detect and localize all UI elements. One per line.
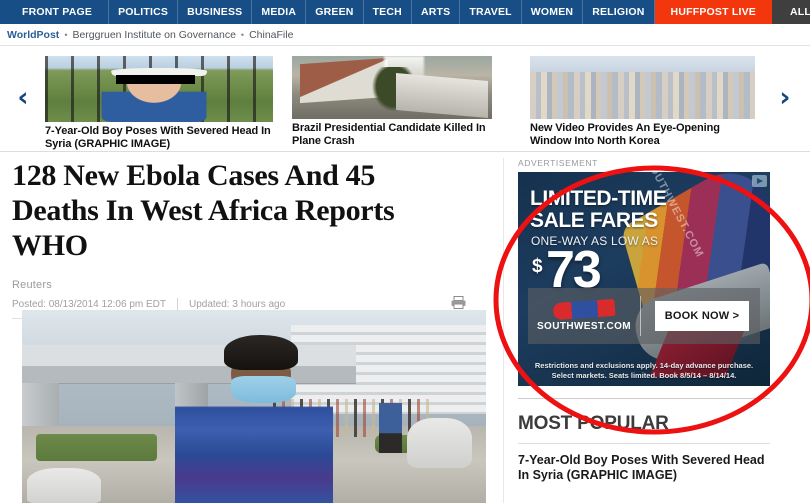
carousel-slide[interactable]: 7-Year-Old Boy Poses With Severed Head I…	[45, 56, 273, 150]
rail-divider	[503, 158, 504, 503]
subnav-brand-worldpost[interactable]: WorldPost	[7, 29, 59, 41]
article-source[interactable]: Reuters	[12, 279, 498, 291]
nav-label: FRONT PAGE	[22, 6, 93, 18]
article-posted-time: Posted: 08/13/2014 12:06 pm EDT	[12, 299, 166, 310]
nav-item-tech[interactable]: TECH	[364, 0, 412, 24]
book-now-button[interactable]: BOOK NOW >	[655, 301, 749, 331]
carousel-thumbnail-image[interactable]	[45, 56, 273, 122]
most-popular-divider	[518, 443, 770, 444]
printer-icon[interactable]	[451, 296, 466, 309]
most-popular-list-item[interactable]: 7-Year-Old Boy Poses With Severed Head I…	[518, 453, 776, 483]
page-title: 128 New Ebola Cases And 45 Deaths In Wes…	[12, 159, 395, 262]
ad-headline-line1: LIMITED-TIME	[530, 187, 667, 210]
nav-label: ARTS	[420, 6, 451, 18]
ad-brand-logo: SOUTHWEST.COM	[528, 298, 640, 332]
featured-carousel: ‹ › 7-Year-Old Boy Poses With Severed He…	[0, 47, 810, 152]
nav-item-media[interactable]: MEDIA	[252, 0, 307, 24]
nav-label: WOMEN	[530, 6, 574, 18]
adchoices-icon[interactable]	[752, 175, 767, 187]
right-rail: ADVERTISEMENT SOUTHWEST.COM LIMITED-TIME…	[508, 158, 798, 482]
nav-item-business[interactable]: BUSINESS	[178, 0, 253, 24]
nav-item-religion[interactable]: RELIGION	[583, 0, 655, 24]
carousel-slide[interactable]: Brazil Presidential Candidate Killed In …	[292, 56, 492, 147]
advertisement-label: ADVERTISEMENT	[518, 158, 598, 168]
ad-vertical-divider	[640, 296, 641, 336]
nav-label: GREEN	[315, 6, 354, 18]
carousel-prev-arrow-icon[interactable]: ‹	[10, 83, 36, 113]
advertisement-banner[interactable]: SOUTHWEST.COM LIMITED-TIME SALE FARES ON…	[518, 172, 770, 386]
most-popular-heading: MOST POPULAR	[518, 413, 669, 434]
nav-label: HUFFPOST LIVE	[670, 6, 756, 18]
nav-item-front-page[interactable]: FRONT PAGE	[0, 0, 110, 24]
ad-fine-print: Restrictions and exclusions apply. 14-da…	[534, 361, 754, 380]
nav-label: MEDIA	[261, 6, 297, 18]
article-header: 128 New Ebola Cases And 45 Deaths In Wes…	[12, 158, 498, 319]
carousel-slide-title[interactable]: Brazil Presidential Candidate Killed In …	[292, 122, 492, 147]
nav-label: BUSINESS	[187, 6, 243, 18]
nav-label: TECH	[372, 6, 402, 18]
nav-item-green[interactable]: GREEN	[306, 0, 364, 24]
carousel-thumbnail-image[interactable]	[530, 56, 755, 119]
carousel-slide-title[interactable]: New Video Provides An Eye-Opening Window…	[530, 122, 755, 147]
nav-item-all-sections[interactable]: ALL SECTIONS	[771, 0, 810, 24]
ad-currency-symbol: $	[532, 256, 543, 277]
airplane-icon	[552, 298, 616, 320]
nav-item-women[interactable]: WOMEN	[522, 0, 584, 24]
nav-item-huffpost-live[interactable]: HUFFPOST LIVE	[654, 0, 772, 24]
article-updated-time: Updated: 3 hours ago	[189, 299, 286, 310]
page-root: FRONT PAGE POLITICS BUSINESS MEDIA GREEN…	[0, 0, 810, 503]
nav-label: ALL SECTIONS	[789, 6, 810, 18]
subnav-separator: •	[240, 29, 245, 40]
secondary-navigation: WorldPost • Berggruen Institute on Gover…	[0, 24, 810, 46]
nav-label: RELIGION	[592, 6, 645, 18]
subnav-link-chinafile[interactable]: ChinaFile	[249, 29, 293, 41]
carousel-slide[interactable]: New Video Provides An Eye-Opening Window…	[530, 56, 755, 147]
primary-navigation: FRONT PAGE POLITICS BUSINESS MEDIA GREEN…	[0, 0, 810, 24]
ad-headline-line2: SALE FARES	[530, 209, 658, 232]
nav-label: POLITICS	[118, 6, 169, 18]
ad-brand-name: SOUTHWEST.COM	[536, 320, 632, 332]
subnav-link-berggruen[interactable]: Berggruen Institute on Governance	[72, 29, 235, 41]
ad-headline: LIMITED-TIME SALE FARES	[530, 187, 667, 232]
carousel-thumbnail-image[interactable]	[292, 56, 492, 119]
nav-item-arts[interactable]: ARTS	[412, 0, 461, 24]
most-popular-top-rule	[518, 398, 770, 399]
article-lead-image[interactable]	[22, 310, 486, 503]
carousel-next-arrow-icon[interactable]: ›	[772, 83, 798, 113]
nav-item-politics[interactable]: POLITICS	[109, 0, 179, 24]
carousel-slide-title[interactable]: 7-Year-Old Boy Poses With Severed Head I…	[45, 125, 273, 150]
nav-item-travel[interactable]: TRAVEL	[460, 0, 522, 24]
ad-cta-band: SOUTHWEST.COM BOOK NOW >	[528, 288, 760, 344]
nav-label: TRAVEL	[469, 6, 512, 18]
subnav-separator: •	[64, 29, 68, 40]
